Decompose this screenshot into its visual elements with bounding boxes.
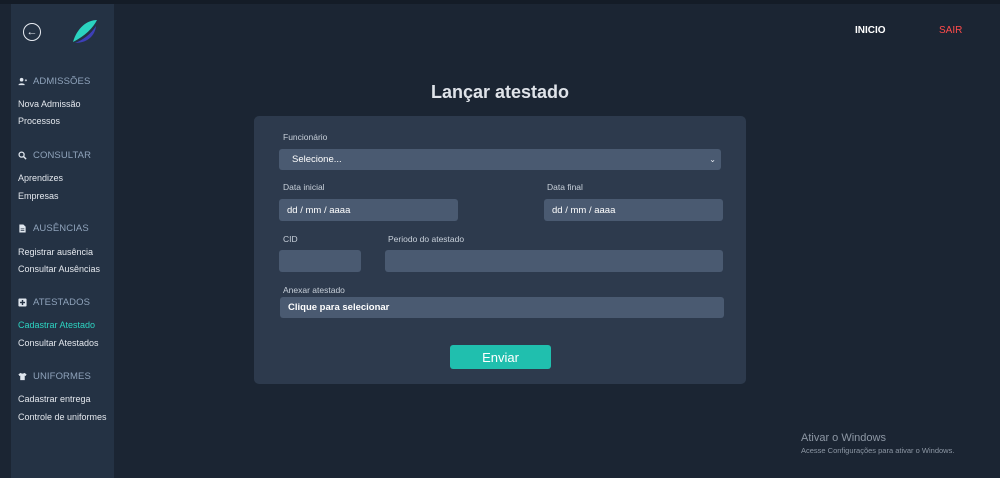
windows-watermark-subtitle: Acesse Configurações para ativar o Windo… bbox=[801, 446, 955, 455]
nav-item-consultar-atestados[interactable]: Consultar Atestados bbox=[18, 338, 99, 348]
nav-item-consultar-ausencias[interactable]: Consultar Ausências bbox=[18, 264, 100, 274]
data-final-placeholder: dd / mm / aaaa bbox=[552, 204, 616, 216]
cid-input[interactable] bbox=[279, 250, 361, 272]
nav-section-title: ATESTADOS bbox=[33, 297, 91, 308]
periodo-label: Periodo do atestado bbox=[388, 234, 465, 244]
data-inicial-label: Data inicial bbox=[283, 182, 325, 192]
nav-item-controle-uniformes[interactable]: Controle de uniformes bbox=[18, 412, 107, 422]
search-icon bbox=[18, 151, 27, 160]
back-arrow-icon[interactable]: ← bbox=[23, 23, 41, 41]
sair-link[interactable]: SAIR bbox=[939, 25, 962, 36]
funcionario-select[interactable]: Selecione... ⌄ bbox=[279, 149, 721, 170]
nav-item-registrar-ausencia[interactable]: Registrar ausência bbox=[18, 247, 93, 257]
window-top-border bbox=[0, 0, 1000, 4]
anexar-file-text: Clique para selecionar bbox=[288, 302, 390, 313]
anexar-file-input[interactable]: Clique para selecionar bbox=[280, 297, 724, 318]
page-title: Lançar atestado bbox=[430, 82, 570, 102]
data-inicial-placeholder: dd / mm / aaaa bbox=[287, 204, 351, 216]
funcionario-select-value: Selecione... bbox=[292, 154, 342, 165]
anexar-label: Anexar atestado bbox=[283, 285, 345, 295]
app-logo bbox=[73, 20, 97, 43]
data-final-label: Data final bbox=[547, 182, 583, 192]
sidebar: ← ADMISSÕES Nova Admissão Processos CONS… bbox=[11, 4, 114, 478]
cid-label: CID bbox=[283, 234, 298, 244]
medical-plus-icon bbox=[18, 298, 27, 307]
nav-item-cadastrar-atestado[interactable]: Cadastrar Atestado bbox=[18, 320, 95, 330]
nav-item-processos[interactable]: Processos bbox=[18, 116, 60, 126]
nav-section-atestados: ATESTADOS bbox=[18, 297, 90, 308]
funcionario-label: Funcionário bbox=[283, 132, 328, 142]
atestado-form: Funcionário Selecione... ⌄ Data inicial … bbox=[254, 116, 746, 384]
nav-item-cadastrar-entrega[interactable]: Cadastrar entrega bbox=[18, 394, 91, 404]
nav-section-title: AUSÊNCIAS bbox=[33, 223, 89, 234]
nav-item-empresas[interactable]: Empresas bbox=[18, 191, 59, 201]
data-inicial-input[interactable]: dd / mm / aaaa bbox=[279, 199, 458, 221]
nav-item-aprendizes[interactable]: Aprendizes bbox=[18, 173, 63, 183]
nav-section-ausencias: AUSÊNCIAS bbox=[18, 223, 89, 234]
chevron-down-icon: ⌄ bbox=[709, 155, 716, 164]
windows-watermark-title: Ativar o Windows bbox=[801, 432, 886, 444]
inicio-link[interactable]: INICIO bbox=[855, 25, 886, 36]
enviar-button[interactable]: Enviar bbox=[450, 345, 551, 369]
nav-section-uniformes: UNIFORMES bbox=[18, 371, 91, 382]
periodo-input[interactable] bbox=[385, 250, 723, 272]
data-final-input[interactable]: dd / mm / aaaa bbox=[544, 199, 723, 221]
nav-section-title: CONSULTAR bbox=[33, 150, 92, 161]
nav-section-title: UNIFORMES bbox=[33, 371, 91, 382]
nav-section-consultar: CONSULTAR bbox=[18, 150, 91, 161]
shirt-icon bbox=[18, 372, 27, 381]
document-icon bbox=[19, 224, 26, 233]
